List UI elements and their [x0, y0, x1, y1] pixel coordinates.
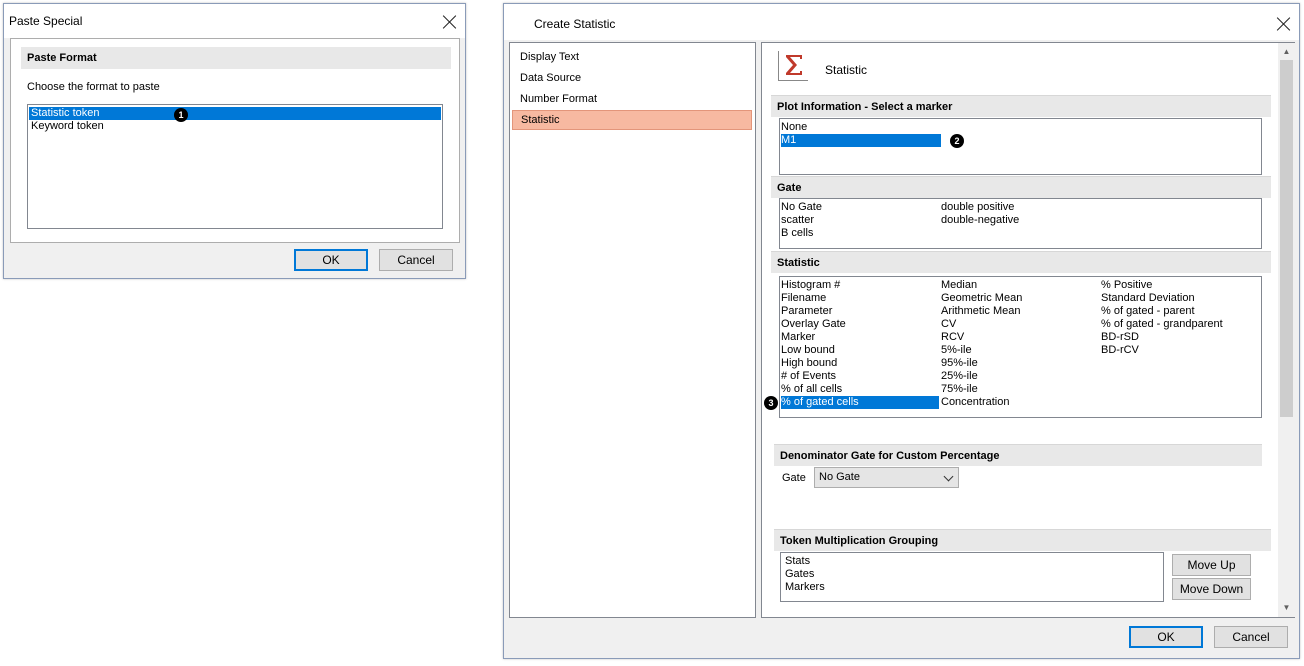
paste-ok-button[interactable]: OK: [294, 249, 368, 271]
paste-cancel-button[interactable]: Cancel: [379, 249, 453, 271]
list-item[interactable]: RCV: [941, 331, 1099, 344]
create-cancel-button[interactable]: Cancel: [1214, 626, 1288, 648]
callout-badge-1: 1: [174, 108, 188, 122]
dropdown-value: No Gate: [819, 471, 860, 483]
list-item[interactable]: Parameter: [781, 305, 939, 318]
nav-item-number-format[interactable]: Number Format: [512, 89, 752, 109]
gate-header: Gate: [771, 176, 1271, 198]
list-item-stats[interactable]: Stats: [785, 555, 810, 568]
list-item-gates[interactable]: Gates: [785, 568, 814, 581]
create-ok-button[interactable]: OK: [1129, 626, 1203, 648]
list-item[interactable]: Median: [941, 279, 1099, 292]
token-grouping-header: Token Multiplication Grouping: [774, 529, 1271, 551]
list-item[interactable]: Arithmetic Mean: [941, 305, 1099, 318]
list-item[interactable]: # of Events: [781, 370, 939, 383]
list-item[interactable]: 75%-ile: [941, 383, 1099, 396]
list-item[interactable]: Standard Deviation: [1101, 292, 1259, 305]
list-item-markers[interactable]: Markers: [785, 581, 825, 594]
callout-badge-3: 3: [764, 396, 778, 410]
paste-format-header: Paste Format: [21, 47, 451, 69]
token-grouping-list[interactable]: Stats Gates Markers: [780, 552, 1164, 602]
create-statistic-titlebar: Create Statistic: [504, 4, 1299, 40]
list-item-no-gate[interactable]: No Gate: [781, 201, 939, 214]
paste-special-title: Paste Special: [9, 14, 83, 28]
scroll-thumb[interactable]: [1280, 60, 1293, 417]
statistic-list[interactable]: Histogram # Filename Parameter Overlay G…: [779, 276, 1262, 418]
scroll-up-icon[interactable]: ▲: [1278, 45, 1295, 59]
list-item[interactable]: 25%-ile: [941, 370, 1099, 383]
denominator-header: Denominator Gate for Custom Percentage: [774, 444, 1262, 466]
list-item[interactable]: Filename: [781, 292, 939, 305]
list-item[interactable]: 5%-ile: [941, 344, 1099, 357]
list-item[interactable]: % of gated - parent: [1101, 305, 1259, 318]
marker-list[interactable]: None M1: [779, 118, 1262, 175]
list-item-double-negative[interactable]: double-negative: [941, 214, 1099, 227]
callout-badge-2: 2: [950, 134, 964, 148]
list-item[interactable]: Low bound: [781, 344, 939, 357]
statistic-section-header: Statistic: [771, 251, 1271, 273]
list-item[interactable]: High bound: [781, 357, 939, 370]
statistic-header-label: Statistic: [825, 63, 868, 77]
list-item-none[interactable]: None: [781, 121, 941, 134]
list-item-keyword-token[interactable]: Keyword token: [29, 120, 441, 133]
list-item[interactable]: Concentration: [941, 396, 1099, 409]
list-item[interactable]: % of gated - grandparent: [1101, 318, 1259, 331]
list-item-double-positive[interactable]: double positive: [941, 201, 1099, 214]
gate-list[interactable]: No Gate scatter B cells double positive …: [779, 198, 1262, 249]
list-item[interactable]: BD-rSD: [1101, 331, 1259, 344]
move-down-button[interactable]: Move Down: [1172, 578, 1251, 600]
list-item[interactable]: Marker: [781, 331, 939, 344]
list-item[interactable]: BD-rCV: [1101, 344, 1259, 357]
close-icon[interactable]: [1276, 16, 1292, 32]
sigma-icon: [778, 51, 808, 81]
nav-item-display-text[interactable]: Display Text: [512, 47, 752, 67]
denominator-gate-dropdown[interactable]: No Gate: [814, 467, 959, 488]
content-scrollbar[interactable]: ▲ ▼: [1278, 43, 1295, 617]
list-item-m1[interactable]: M1: [781, 134, 941, 147]
list-item-pct-gated-cells[interactable]: % of gated cells: [781, 396, 939, 409]
paste-special-dialog: Paste Special Paste Format Choose the fo…: [3, 3, 466, 279]
create-statistic-dialog: Create Statistic Display Text Data Sourc…: [503, 3, 1300, 659]
list-item-scatter[interactable]: scatter: [781, 214, 939, 227]
list-item[interactable]: CV: [941, 318, 1099, 331]
paste-format-group: Paste Format Choose the format to paste …: [10, 38, 460, 243]
paste-special-titlebar: Paste Special: [4, 4, 465, 38]
chevron-down-icon: [943, 471, 954, 482]
list-item[interactable]: 95%-ile: [941, 357, 1099, 370]
nav-item-statistic[interactable]: Statistic: [512, 110, 752, 130]
list-item[interactable]: % Positive: [1101, 279, 1259, 292]
close-icon[interactable]: [442, 14, 458, 30]
list-item-b-cells[interactable]: B cells: [781, 227, 939, 240]
scroll-down-icon[interactable]: ▼: [1278, 601, 1295, 615]
list-item[interactable]: Geometric Mean: [941, 292, 1099, 305]
nav-item-data-source[interactable]: Data Source: [512, 68, 752, 88]
create-statistic-title: Create Statistic: [534, 17, 616, 31]
paste-format-list[interactable]: Statistic token Keyword token: [27, 104, 443, 229]
paste-prompt: Choose the format to paste: [27, 81, 160, 93]
list-item[interactable]: Histogram #: [781, 279, 939, 292]
list-item-statistic-token[interactable]: Statistic token: [29, 107, 441, 120]
statistic-content-panel: Statistic Plot Information - Select a ma…: [761, 42, 1295, 618]
move-up-button[interactable]: Move Up: [1172, 554, 1251, 576]
category-nav-panel: Display Text Data Source Number Format S…: [509, 42, 756, 618]
list-item[interactable]: % of all cells: [781, 383, 939, 396]
denominator-gate-label: Gate: [782, 472, 806, 484]
plot-info-header: Plot Information - Select a marker: [771, 95, 1271, 117]
list-item[interactable]: Overlay Gate: [781, 318, 939, 331]
